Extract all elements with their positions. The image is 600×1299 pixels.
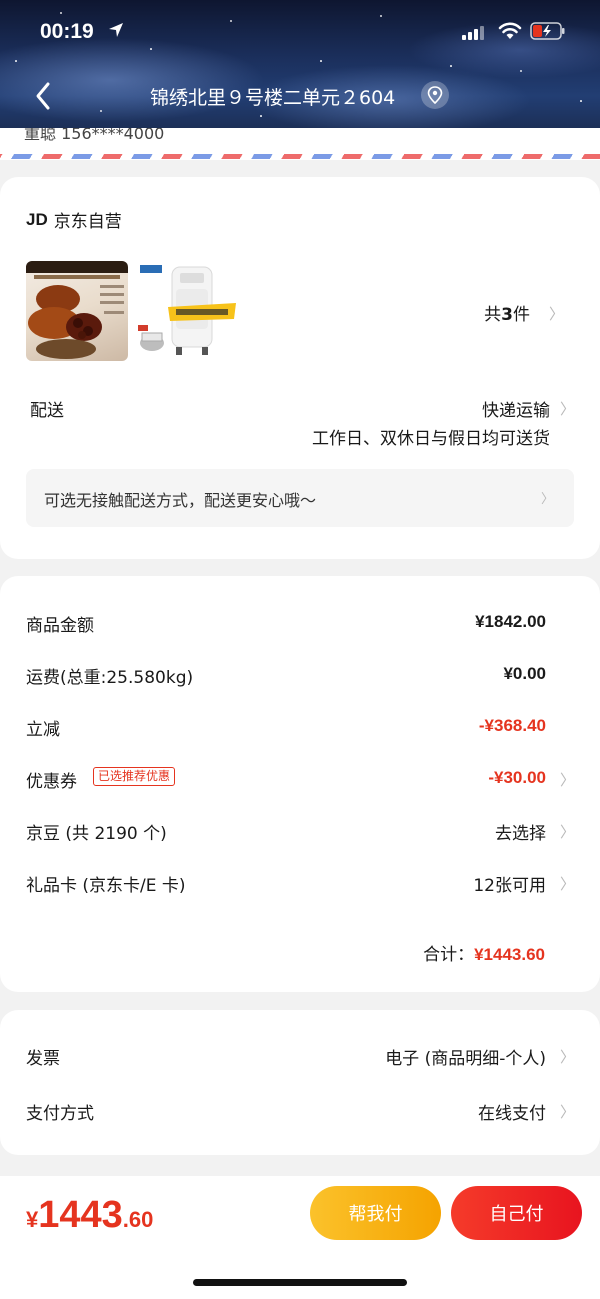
cookbook-image-icon bbox=[26, 261, 128, 359]
delivery-method[interactable]: 快递运输 bbox=[482, 396, 550, 421]
delivery-label: 配送 bbox=[30, 401, 64, 421]
total-row: 合计：¥1443.60 bbox=[423, 940, 545, 965]
product-thumbnail-dehumidifier[interactable] bbox=[136, 261, 238, 361]
status-time: 00:19 bbox=[40, 20, 94, 43]
giftcard-chevron-icon: 〉 bbox=[560, 875, 576, 893]
final-price: ¥1443.60 bbox=[26, 1194, 154, 1236]
jingdou-label: 京豆 (共 2190 个) bbox=[26, 824, 167, 844]
total-label: 合计： bbox=[423, 945, 475, 965]
wifi-icon bbox=[498, 22, 522, 39]
goods-amount-label: 商品金额 bbox=[26, 616, 94, 636]
battery-charging-icon bbox=[530, 22, 565, 40]
contactless-chevron-icon: 〉 bbox=[541, 492, 555, 507]
giftcard-value[interactable]: 12张可用 bbox=[473, 871, 546, 896]
total-value: ¥1443.60 bbox=[474, 945, 545, 964]
checkout-bar: ¥1443.60 帮我付 自己付 bbox=[0, 1176, 600, 1299]
product-thumbnail-cookbook[interactable] bbox=[26, 261, 128, 361]
discount-value: -¥368.40 bbox=[478, 716, 546, 735]
location-arrow-icon bbox=[109, 23, 123, 37]
invoice-payment-card: 发票 电子 (商品明细-个人) 〉 支付方式 在线支付 〉 bbox=[0, 1010, 600, 1155]
price-summary-card: 商品金额 ¥1842.00 运费(总重:25.580kg) ¥0.00 立减 -… bbox=[0, 576, 600, 992]
delivery-time: 工作日、双休日与假日均可送货 bbox=[312, 429, 550, 449]
contactless-delivery-notice[interactable]: 可选无接触配送方式，配送更安心哦～ 〉 bbox=[26, 469, 574, 527]
shipping-label: 运费(总重:25.580kg) bbox=[26, 668, 194, 688]
product-list-chevron-icon: 〉 bbox=[549, 305, 565, 323]
goods-amount-value: ¥1842.00 bbox=[475, 612, 546, 631]
header: 00:19 锦绣北里９号楼二单元２604 bbox=[0, 0, 600, 128]
delivery-chevron-icon: 〉 bbox=[560, 400, 576, 418]
product-count[interactable]: 共3件 bbox=[484, 300, 530, 325]
coupon-recommended-badge: 已选推荐优惠 bbox=[93, 767, 176, 786]
help-pay-button[interactable]: 帮我付 bbox=[310, 1186, 441, 1240]
status-bar: 00:19 bbox=[0, 0, 600, 64]
jd-logo: JD bbox=[26, 209, 48, 229]
payment-method-label: 支付方式 bbox=[26, 1104, 94, 1124]
jingdou-chevron-icon: 〉 bbox=[560, 823, 576, 841]
dehumidifier-image-icon bbox=[138, 265, 236, 355]
coupon-label: 优惠券 bbox=[26, 772, 77, 792]
discount-label: 立减 bbox=[26, 720, 60, 740]
back-arrow-icon[interactable] bbox=[30, 78, 60, 114]
airmail-border bbox=[0, 154, 600, 159]
coupon-value[interactable]: -¥30.00 bbox=[488, 768, 546, 788]
giftcard-label: 礼品卡 (京东卡/E 卡) bbox=[26, 876, 186, 896]
address-contact-partial: 重聪 156****4000 bbox=[24, 128, 165, 143]
invoice-value[interactable]: 电子 (商品明细-个人) bbox=[385, 1044, 546, 1069]
invoice-label: 发票 bbox=[26, 1049, 60, 1069]
shop-header: JD 京东自营 bbox=[26, 207, 122, 233]
order-card: JD 京东自营 共3件 〉 配送 快递运输 〉 工作日、双休日与假日均可送货 可… bbox=[0, 177, 600, 559]
cellular-signal-icon bbox=[462, 26, 484, 40]
home-indicator[interactable] bbox=[193, 1279, 407, 1286]
location-pin-icon bbox=[427, 86, 443, 104]
contactless-notice-text: 可选无接触配送方式，配送更安心哦～ bbox=[44, 491, 317, 510]
self-pay-button[interactable]: 自己付 bbox=[451, 1186, 582, 1240]
coupon-chevron-icon: 〉 bbox=[560, 771, 576, 789]
payment-method-value[interactable]: 在线支付 bbox=[478, 1099, 546, 1124]
shipping-value: ¥0.00 bbox=[503, 664, 546, 683]
invoice-chevron-icon: 〉 bbox=[560, 1048, 576, 1066]
jingdou-value[interactable]: 去选择 bbox=[495, 819, 546, 844]
address-title[interactable]: 锦绣北里９号楼二单元２604 bbox=[150, 83, 395, 110]
shop-name: 京东自营 bbox=[53, 212, 122, 232]
payment-chevron-icon: 〉 bbox=[560, 1103, 576, 1121]
location-pin-button[interactable] bbox=[421, 81, 449, 109]
